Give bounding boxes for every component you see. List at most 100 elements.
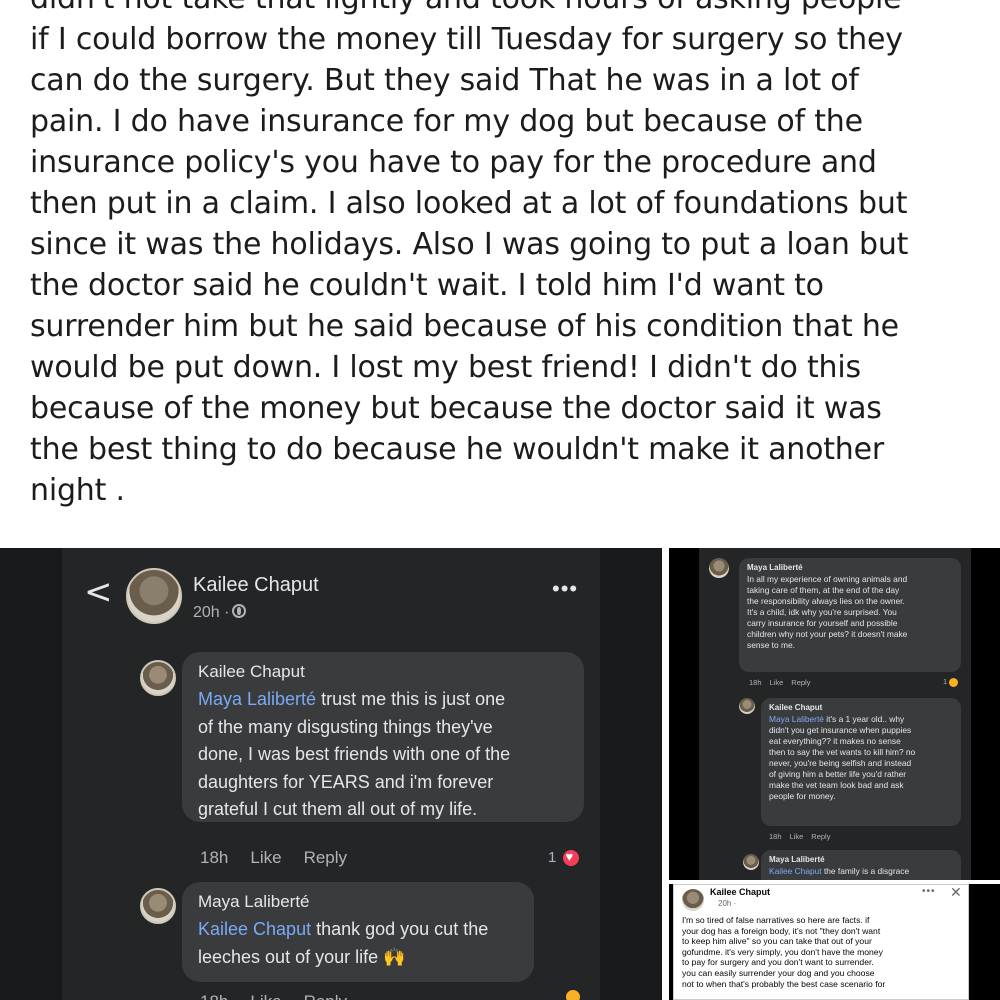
comment-line: didn't you get insurance when puppies bbox=[769, 725, 912, 735]
mention-link[interactable]: Kailee Chaput bbox=[769, 866, 822, 876]
comment-actions: 18h Like Reply bbox=[749, 678, 818, 687]
close-icon[interactable]: ✕ bbox=[950, 885, 962, 899]
comment-time: 18h bbox=[200, 848, 229, 867]
comment-line: make the vet team look bad and ask bbox=[769, 780, 904, 790]
more-options-icon[interactable]: ••• bbox=[922, 886, 936, 897]
comment-text-first: thank god you cut the bbox=[311, 919, 489, 939]
comment-bubble: Maya Laliberté Kailee Chaput the family … bbox=[761, 850, 961, 880]
comment-bubble: Kailee Chaput Maya Laliberté trust me th… bbox=[182, 652, 584, 822]
comment-line: eat everything?? it makes no sense bbox=[769, 736, 901, 746]
post-body: I'm so tired of false narratives so here… bbox=[682, 915, 966, 989]
post-line: since it was the holidays. Also I was go… bbox=[30, 227, 909, 262]
post-line: the best thing to do because he wouldn't… bbox=[30, 432, 885, 467]
post-line: not to when that's probably the best cas… bbox=[682, 978, 886, 989]
comment-text: Maya Laliberté it's a 1 year old.. why d… bbox=[769, 714, 953, 802]
post-author-name[interactable]: Kailee Chaput bbox=[193, 574, 319, 597]
comment-author[interactable]: Maya Laliberté bbox=[747, 563, 953, 572]
post-card: Kailee Chaput 20h · ••• ✕ I'm so tired o… bbox=[673, 884, 969, 1000]
comment-actions: 18h Like Reply bbox=[200, 848, 369, 868]
comment-thread: < Kailee Chaput 20h · ••• Kailee Chaput … bbox=[62, 548, 600, 1000]
comment-line: then to say the vet wants to kill him? n… bbox=[769, 747, 916, 757]
comment-line: the responsibility always lies on the ow… bbox=[747, 596, 905, 606]
comment-text-first: it's a 1 year old.. why bbox=[823, 714, 905, 724]
post-line: you can easily surrender your dog and yo… bbox=[682, 967, 875, 978]
reply-button[interactable]: Reply bbox=[811, 832, 830, 841]
avatar[interactable] bbox=[743, 854, 759, 870]
post-line: because of the money but because the doc… bbox=[30, 391, 882, 426]
post-line: insurance policy's you have to pay for t… bbox=[30, 145, 877, 180]
comment-text-first: the family is a disgrace bbox=[821, 866, 910, 876]
comment-screenshot-main: < Kailee Chaput 20h · ••• Kailee Chaput … bbox=[0, 548, 662, 1000]
comment-author[interactable]: Maya Laliberté bbox=[769, 855, 953, 864]
mention-link[interactable]: Kailee Chaput bbox=[198, 919, 311, 939]
comment-text: In all my experience of owning animals a… bbox=[747, 574, 953, 651]
comment-line: carry insurance for yourself and possibl… bbox=[747, 618, 898, 628]
comment-time: 18h bbox=[200, 992, 228, 1000]
post-line: gofundme. it's very simply, you don't ha… bbox=[682, 946, 883, 957]
haha-reaction-icon bbox=[564, 988, 582, 1000]
comment-screenshot-right-bottom: Kailee Chaput 20h · ••• ✕ I'm so tired o… bbox=[669, 884, 1000, 1000]
back-chevron-icon[interactable]: < bbox=[84, 572, 113, 612]
comment-bubble: Maya Laliberté In all my experience of o… bbox=[739, 558, 961, 672]
comment-text: Maya Laliberté trust me this is just one… bbox=[198, 686, 568, 824]
avatar[interactable] bbox=[739, 698, 755, 714]
mention-link[interactable]: Maya Laliberté bbox=[198, 689, 316, 709]
like-button[interactable]: Like bbox=[790, 832, 804, 841]
comment-text-first: trust me this is just one bbox=[316, 689, 506, 709]
reply-button[interactable]: Reply bbox=[304, 848, 347, 867]
avatar[interactable] bbox=[126, 568, 182, 624]
post-line: I'm so tired of false narratives so here… bbox=[682, 915, 870, 925]
post-line: the doctor said he couldn't wait. I told… bbox=[30, 268, 824, 303]
post-line: to pay for surgery and you don't want to… bbox=[682, 957, 874, 968]
post-line: would be put down. I lost my best friend… bbox=[30, 350, 861, 385]
avatar[interactable] bbox=[140, 660, 176, 696]
comment-line: done, I was best friends with one of the bbox=[198, 744, 511, 764]
comment-line: taking care of them, at the end of the d… bbox=[747, 585, 900, 595]
reply-button[interactable]: Reply bbox=[791, 678, 810, 687]
comment-line: never, you're being selfish and instead bbox=[769, 758, 912, 768]
avatar[interactable] bbox=[682, 889, 704, 911]
reaction-number: 1 bbox=[943, 677, 948, 686]
raised-hands-icon: 🙌 bbox=[383, 946, 406, 967]
comment-line: of the many disgusting things they've bbox=[198, 716, 493, 737]
comment-line: It's a child, idk why you're surprised. … bbox=[747, 607, 897, 617]
like-button[interactable]: Like bbox=[250, 848, 281, 867]
comment-author[interactable]: Kailee Chaput bbox=[769, 703, 953, 712]
comment-line: people for money. bbox=[769, 791, 836, 801]
post-line: night . bbox=[30, 473, 125, 508]
avatar[interactable] bbox=[140, 888, 176, 924]
mention-link[interactable]: Maya Laliberté bbox=[769, 714, 824, 724]
comment-line: children why not your pets? it doesn't m… bbox=[747, 629, 908, 639]
comment-time: 18h bbox=[769, 832, 782, 841]
reply-button[interactable]: Reply bbox=[304, 992, 347, 1000]
reaction-count[interactable]: 1 bbox=[548, 848, 581, 868]
like-button[interactable]: Like bbox=[250, 992, 281, 1000]
reaction-count[interactable]: 1 bbox=[943, 677, 959, 687]
heart-reaction-icon bbox=[560, 848, 581, 868]
more-options-icon[interactable]: ••• bbox=[552, 578, 578, 600]
comment-thread: Maya Laliberté In all my experience of o… bbox=[699, 548, 971, 880]
comment-line: grateful I cut them all out of my life. bbox=[198, 799, 478, 819]
reaction-number: 1 bbox=[548, 848, 557, 866]
comment-time: 18h bbox=[749, 678, 762, 687]
comment-line: leeches out of your life bbox=[198, 946, 379, 967]
haha-reaction-icon bbox=[949, 677, 959, 687]
post-line: pain. I do have insurance for my dog but… bbox=[30, 104, 863, 139]
like-button[interactable]: Like bbox=[770, 678, 784, 687]
avatar[interactable] bbox=[709, 558, 729, 578]
comment-bubble: Maya Laliberté Kailee Chaput thank god y… bbox=[182, 882, 534, 982]
post-line: your dog has a foreign body, it's not "t… bbox=[682, 925, 881, 936]
post-timestamp: 20h · bbox=[193, 604, 247, 622]
comment-line: daughters for YEARS and i'm forever bbox=[198, 771, 494, 792]
post-line: surrender him but he said because of his… bbox=[30, 309, 899, 344]
post-line: if I could borrow the money till Tuesday… bbox=[30, 22, 903, 57]
comment-line: sense to me. bbox=[747, 640, 795, 650]
post-author-name[interactable]: Kailee Chaput bbox=[710, 887, 770, 897]
comment-line: In all my experience of owning animals a… bbox=[747, 574, 908, 584]
comment-author[interactable]: Maya Laliberté bbox=[198, 892, 518, 912]
post-time-text: 20h · bbox=[193, 604, 230, 621]
comment-author[interactable]: Kailee Chaput bbox=[198, 662, 568, 682]
comment-line: of giving him a better life you'd rather bbox=[769, 769, 907, 779]
comment-text: Kailee Chaput thank god you cut the leec… bbox=[198, 916, 518, 971]
post-line: can do the surgery. But they said That h… bbox=[30, 63, 859, 98]
